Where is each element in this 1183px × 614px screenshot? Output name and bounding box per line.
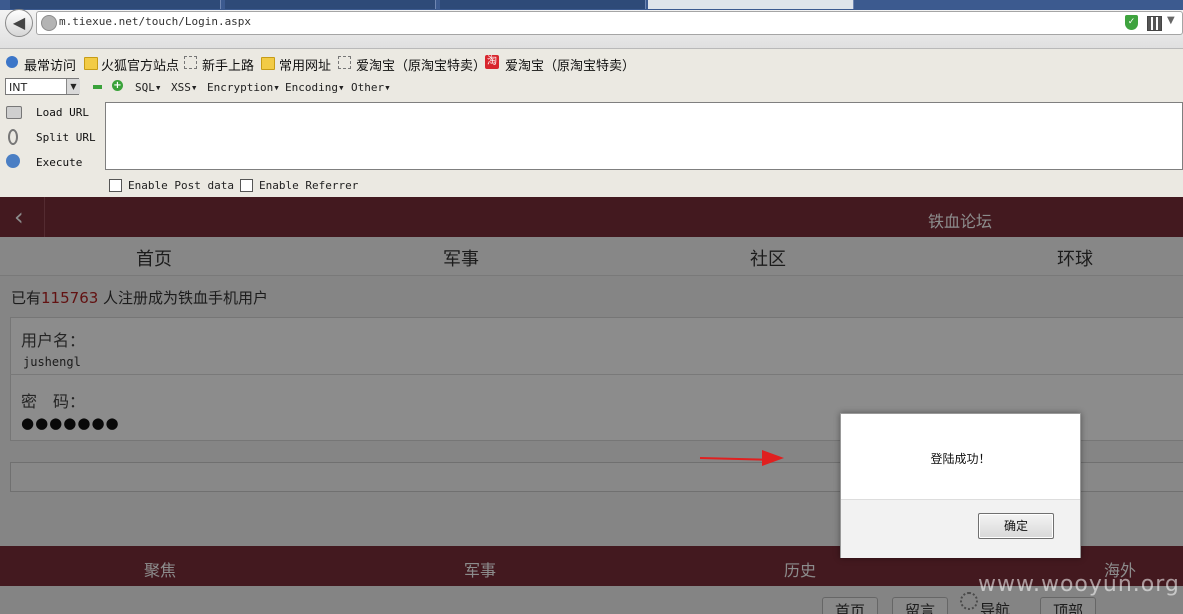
tab[interactable] [10,0,221,9]
enable-post-label: Enable Post data [128,179,234,192]
sql-menu[interactable]: SQL▾ [135,81,162,94]
folder-icon [84,57,98,70]
bookmark-item[interactable]: 常用网址 [279,55,331,74]
enable-post-checkbox[interactable] [109,179,122,192]
globe-icon [41,15,57,31]
watermark: www.wooyun.org [978,572,1180,597]
execute-icon [6,154,20,168]
taobao-icon: 淘 [485,55,499,69]
bookmarks-toolbar: 最常访问 火狐官方站点 新手上路 常用网址 爱淘宝（原淘宝特卖） 淘 爱淘宝（原… [0,49,1183,76]
dialog-footer: 确定 [841,499,1080,558]
bookmark-item[interactable]: 爱淘宝（原淘宝特卖） [356,55,486,74]
url-text[interactable]: m.tiexue.net/touch/Login.aspx [59,15,251,28]
search-icon [6,56,18,68]
shield-icon[interactable]: ✓ [1125,15,1138,30]
plus-icon[interactable]: + [112,80,123,91]
back-button[interactable]: ◀ [5,9,33,37]
enable-referrer-checkbox[interactable] [240,179,253,192]
xss-menu[interactable]: XSS▾ [171,81,198,94]
bookmark-item[interactable]: 新手上路 [202,55,254,74]
split-url-icon [8,129,18,145]
split-url-button[interactable]: Split URL [36,131,96,144]
bookmark-icon [184,56,197,69]
annotation-arrow-head [762,450,784,466]
bookmark-item[interactable]: 火狐官方站点 [101,55,179,74]
chevron-down-icon[interactable]: ▼ [1167,15,1175,26]
other-menu[interactable]: Other▾ [351,81,391,94]
tab-active[interactable] [648,0,854,9]
bookmark-icon [338,56,351,69]
tab-strip [0,0,1183,10]
bookmark-item[interactable]: 爱淘宝（原淘宝特卖） [505,55,635,74]
execute-button[interactable]: Execute [36,156,82,169]
alert-dialog: 登陆成功！ 确定 [840,413,1081,558]
chevron-down-icon[interactable]: ▼ [66,79,80,94]
dialog-body: 登陆成功！ [841,414,1080,499]
tab[interactable] [225,0,436,9]
url-textarea[interactable] [105,102,1183,170]
encryption-menu[interactable]: Encryption▾ [207,81,280,94]
dialog-message: 登陆成功！ [930,452,991,466]
tab[interactable] [440,0,646,9]
encoding-menu[interactable]: Encoding▾ [285,81,345,94]
qr-code-icon[interactable] [1147,16,1162,31]
folder-icon [261,57,275,70]
load-url-button[interactable]: Load URL [36,106,89,119]
bookmark-item[interactable]: 最常访问 [24,55,76,74]
load-url-icon [6,106,22,119]
ok-button[interactable]: 确定 [978,513,1054,539]
enable-referrer-label: Enable Referrer [259,179,359,192]
minus-icon[interactable] [93,85,102,89]
